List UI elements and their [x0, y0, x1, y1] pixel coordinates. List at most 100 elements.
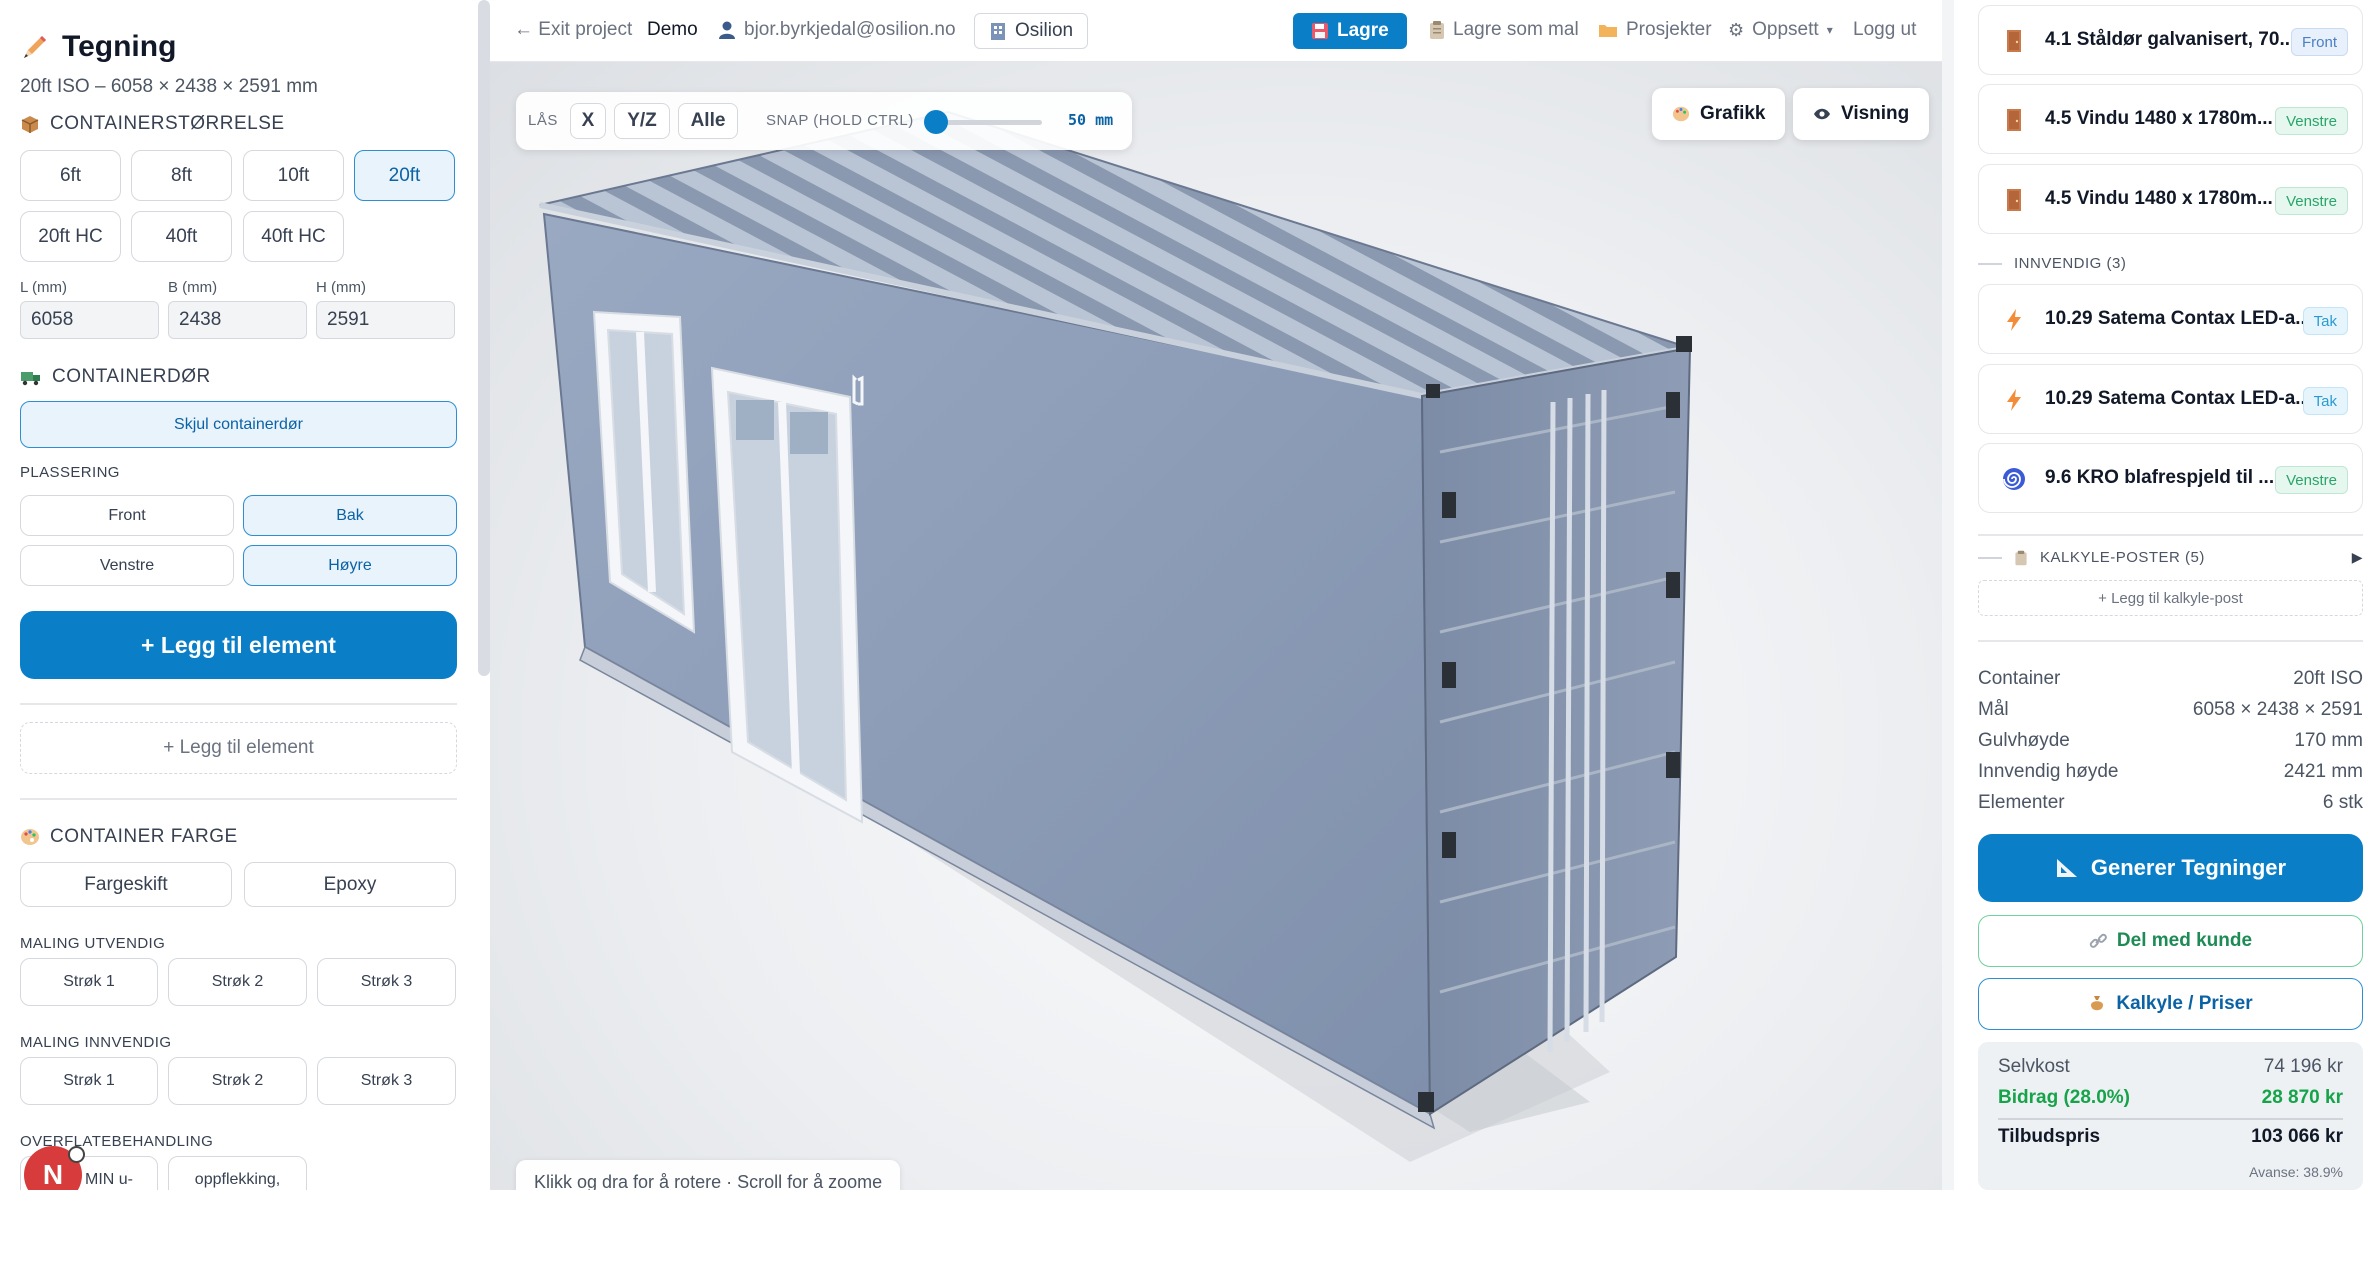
- outside-coat-1-button[interactable]: Strøk 1: [20, 958, 158, 1006]
- chevron-right-icon: ▶: [2351, 549, 2363, 565]
- divider: [1998, 1118, 2343, 1120]
- info-value: 2421 mm: [2283, 761, 2363, 782]
- size-10ft-button[interactable]: 10ft: [243, 150, 344, 201]
- element-name: 4.5 Vindu 1480 x 1780m...: [2045, 188, 2273, 209]
- placement-left-button[interactable]: Venstre: [20, 545, 234, 586]
- snap-slider-track[interactable]: [932, 120, 1042, 125]
- height-label: H (mm): [316, 279, 366, 296]
- user-email: bjor.byrkjedal@osilion.no: [744, 19, 956, 40]
- element-name: 4.5 Vindu 1480 x 1780m...: [2045, 108, 2273, 129]
- lock-yz-button[interactable]: Y/Z: [614, 103, 670, 139]
- info-label: Innvendig høyde: [1978, 761, 2119, 782]
- size-6ft-button[interactable]: 6ft: [20, 150, 121, 201]
- inside-coat-1-button[interactable]: Strøk 1: [20, 1057, 158, 1105]
- info-label: Elementer: [1978, 792, 2065, 813]
- element-card[interactable]: 10.29 Satema Contax LED-a... Tak: [1978, 364, 2363, 434]
- add-calc-post-button[interactable]: + Legg til kalkyle-post: [1978, 580, 2363, 616]
- position-badge: Venstre: [2275, 187, 2348, 215]
- position-badge: Tak: [2302, 307, 2348, 335]
- size-40ft-button[interactable]: 40ft: [131, 211, 232, 262]
- inside-coat-3-button[interactable]: Strøk 3: [317, 1057, 456, 1105]
- logout-link[interactable]: Logg ut: [1853, 19, 1916, 41]
- left-panel-scrollbar[interactable]: [478, 0, 490, 676]
- position-badge: Venstre: [2275, 107, 2348, 135]
- lock-all-button[interactable]: Alle: [678, 103, 738, 139]
- info-value: 6 stk: [2322, 792, 2363, 813]
- height-input[interactable]: 2591: [316, 301, 455, 339]
- placement-front-button[interactable]: Front: [20, 495, 234, 536]
- color-section-label: CONTAINER FARGE: [50, 826, 238, 847]
- element-card[interactable]: 4.5 Vindu 1480 x 1780m... Venstre: [1978, 84, 2363, 154]
- element-card[interactable]: 9.6 KRO blafrespjeld til ... Venstre: [1978, 443, 2363, 513]
- width-input[interactable]: 2438: [168, 301, 307, 339]
- exit-project-link[interactable]: ← Exit project: [514, 19, 632, 41]
- placement-back-button[interactable]: Bak: [243, 495, 457, 536]
- surface-option-2-button[interactable]: oppflekking,: [168, 1156, 307, 1190]
- color-section-heading: CONTAINER FARGE: [20, 826, 238, 848]
- placement-right-button[interactable]: Høyre: [243, 545, 457, 586]
- app-avatar[interactable]: N: [24, 1146, 85, 1190]
- add-element-dashed-button[interactable]: + Legg til element: [20, 722, 457, 774]
- markup-text: Avanse: 38.9%: [2249, 1164, 2343, 1180]
- lock-x-button[interactable]: X: [570, 103, 606, 139]
- save-template-link[interactable]: Lagre som mal: [1429, 19, 1579, 41]
- user-icon: [719, 21, 735, 39]
- door-icon: [2007, 109, 2021, 131]
- length-input[interactable]: 6058: [20, 301, 159, 339]
- outside-coat-2-button[interactable]: Strøk 2: [168, 958, 307, 1006]
- offer-price-row: Tilbudspris 103 066 kr: [1998, 1126, 2343, 1148]
- palette-icon: [21, 829, 39, 845]
- color-epoxy-button[interactable]: Epoxy: [244, 862, 456, 907]
- divider: [20, 703, 457, 705]
- door-icon: [2007, 189, 2021, 211]
- snap-slider-handle[interactable]: [924, 110, 948, 134]
- save-button[interactable]: Lagre: [1293, 13, 1407, 49]
- info-label: Gulvhøyde: [1978, 730, 2070, 751]
- pencil-icon: [24, 36, 46, 58]
- placement-label: PLASSERING: [20, 464, 120, 481]
- view-button[interactable]: Visning: [1793, 88, 1930, 140]
- lightning-icon: [2007, 309, 2021, 331]
- window-2: [710, 366, 864, 824]
- 3d-viewport[interactable]: LÅS X Y/Z Alle SNAP (HOLD CTRL) 50 mm Gr…: [490, 62, 1942, 1190]
- position-badge: Tak: [2302, 387, 2348, 415]
- container-subtitle: 20ft ISO – 6058 × 2438 × 2591 mm: [20, 76, 318, 97]
- projects-link[interactable]: Prosjekter: [1598, 19, 1712, 41]
- truck-icon: [21, 372, 40, 386]
- org-chip[interactable]: Osilion: [974, 13, 1089, 49]
- share-customer-button[interactable]: Del med kunde: [1978, 915, 2363, 967]
- outside-coat-3-button[interactable]: Strøk 3: [317, 958, 456, 1006]
- add-element-button[interactable]: + Legg til element: [20, 611, 457, 679]
- size-20ft-button[interactable]: 20ft: [354, 150, 455, 201]
- paint-outside-label: MALING UTVENDIG: [20, 935, 166, 952]
- margin-row: Bidrag (28.0%) 28 870 kr: [1998, 1087, 2343, 1109]
- hide-door-button[interactable]: Skjul containerdør: [20, 401, 457, 448]
- setup-menu[interactable]: ⚙ Oppsett ▾: [1728, 19, 1833, 41]
- inside-coat-2-button[interactable]: Strøk 2: [168, 1057, 307, 1105]
- divider: [1978, 556, 2002, 559]
- projects-label: Prosjekter: [1626, 19, 1712, 40]
- element-card[interactable]: 10.29 Satema Contax LED-a... Tak: [1978, 284, 2363, 354]
- element-card[interactable]: 4.5 Vindu 1480 x 1780m... Venstre: [1978, 164, 2363, 234]
- box-icon: [21, 116, 39, 133]
- position-badge: Front: [2290, 28, 2348, 56]
- info-row-floor-height: Gulvhøyde 170 mm: [1978, 730, 2363, 752]
- gear-icon: ⚙: [1728, 19, 1745, 40]
- calc-group-heading[interactable]: KALKYLE-POSTER (5) ▶: [1978, 549, 2363, 566]
- element-name: 9.6 KRO blafrespjeld til ...: [2045, 467, 2275, 488]
- cost-label: Selvkost: [1998, 1056, 2070, 1077]
- size-8ft-button[interactable]: 8ft: [131, 150, 232, 201]
- divider: [1978, 640, 2363, 642]
- calc-prices-button[interactable]: Kalkyle / Priser: [1978, 978, 2363, 1030]
- graphics-label: Grafikk: [1700, 103, 1766, 124]
- right-panel: 4.1 Ståldør galvanisert, 70... Front 4.5…: [1942, 0, 2375, 1190]
- divider: [1978, 534, 2363, 536]
- color-wrap-button[interactable]: Fargeskift: [20, 862, 232, 907]
- size-20ft-hc-button[interactable]: 20ft HC: [20, 211, 121, 262]
- cost-row: Selvkost 74 196 kr: [1998, 1056, 2343, 1078]
- generate-drawings-button[interactable]: Generer Tegninger: [1978, 834, 2363, 902]
- size-40ft-hc-button[interactable]: 40ft HC: [243, 211, 344, 262]
- graphics-button[interactable]: Grafikk: [1652, 88, 1786, 140]
- link-icon: [2089, 933, 2107, 948]
- element-card[interactable]: 4.1 Ståldør galvanisert, 70... Front: [1978, 5, 2363, 75]
